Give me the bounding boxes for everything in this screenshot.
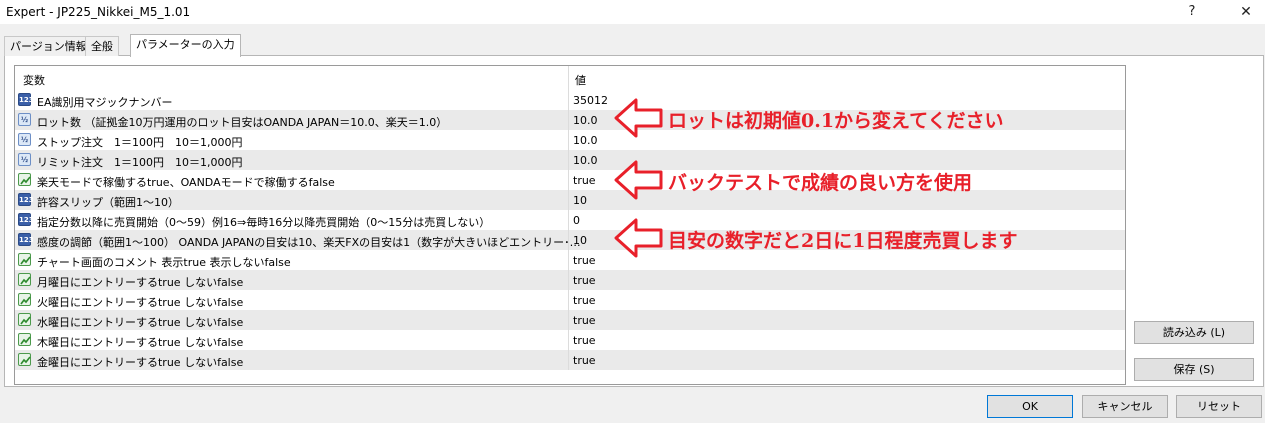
int-type-icon: 123: [18, 193, 34, 206]
table-row[interactable]: 月曜日にエントリーするtrue しないfalse true: [15, 270, 1125, 290]
int-type-icon: 123: [18, 233, 34, 246]
parameter-name: 火曜日にエントリーするtrue しないfalse: [37, 296, 244, 309]
double-type-icon: ½: [18, 133, 31, 146]
parameter-value[interactable]: 10: [573, 194, 587, 207]
parameter-value[interactable]: 10: [573, 234, 587, 247]
ok-button[interactable]: OK: [987, 395, 1073, 418]
bool-type-icon: [18, 173, 31, 186]
parameter-value[interactable]: true: [573, 254, 596, 267]
column-divider: [568, 110, 569, 130]
column-divider[interactable]: [568, 66, 569, 90]
tab-general[interactable]: 全般: [85, 36, 119, 56]
table-row[interactable]: 金曜日にエントリーするtrue しないfalse true: [15, 350, 1125, 370]
table-row[interactable]: ½ リミット注文 1＝100円 10＝1,000円 10.0: [15, 150, 1125, 170]
int-type-icon: 123: [18, 93, 34, 106]
column-divider: [568, 190, 569, 210]
parameter-value[interactable]: 10.0: [573, 134, 598, 147]
parameter-value[interactable]: true: [573, 354, 596, 367]
arrow-left-icon: [614, 160, 663, 200]
int-type-icon: 123: [18, 213, 34, 226]
column-header-variable[interactable]: 変数: [23, 72, 45, 88]
arrow-left-icon: [614, 218, 663, 258]
parameter-value[interactable]: true: [573, 314, 596, 327]
arrow-left-icon: [614, 98, 663, 138]
table-row[interactable]: 木曜日にエントリーするtrue しないfalse true: [15, 330, 1125, 350]
parameter-name: 月曜日にエントリーするtrue しないfalse: [37, 276, 244, 289]
window-title: Expert - JP225_Nikkei_M5_1.01: [6, 5, 191, 19]
tab-version-info[interactable]: パージョン情報: [4, 36, 93, 56]
parameter-name: 水曜日にエントリーするtrue しないfalse: [37, 316, 244, 329]
parameter-name: EA識別用マジックナンバー: [37, 96, 173, 109]
table-row[interactable]: ½ ストップ注文 1＝100円 10＝1,000円 10.0: [15, 130, 1125, 150]
column-divider: [568, 150, 569, 170]
column-divider: [568, 290, 569, 310]
parameter-name: ロット数 （証拠金10万円運用のロット目安はOANDA JAPAN＝10.0、楽…: [37, 116, 448, 129]
table-row[interactable]: 水曜日にエントリーするtrue しないfalse true: [15, 310, 1125, 330]
bool-type-icon: [18, 353, 31, 366]
parameter-name: 指定分数以降に売買開始（0〜59）例16⇒毎時16分以降売買開始（0〜15分は売…: [37, 216, 491, 229]
parameter-value[interactable]: true: [573, 274, 596, 287]
parameter-name: 楽天モードで稼働するtrue、OANDAモードで稼働するfalse: [37, 176, 335, 189]
parameter-value[interactable]: true: [573, 174, 596, 187]
column-divider: [568, 350, 569, 370]
column-divider: [568, 310, 569, 330]
column-divider: [568, 250, 569, 270]
double-type-icon: ½: [18, 113, 31, 126]
tab-parameters[interactable]: パラメーターの入力: [130, 34, 241, 57]
annotation-lot: ロットは初期値0.1から変えてください: [668, 110, 1004, 132]
column-divider: [568, 130, 569, 150]
parameter-value[interactable]: true: [573, 294, 596, 307]
reset-button[interactable]: リセット: [1176, 395, 1262, 418]
table-row[interactable]: 火曜日にエントリーするtrue しないfalse true: [15, 290, 1125, 310]
bool-type-icon: [18, 313, 31, 326]
save-button[interactable]: 保存 (S): [1134, 358, 1254, 381]
parameter-value[interactable]: true: [573, 334, 596, 347]
column-divider: [568, 210, 569, 230]
column-divider: [568, 90, 569, 110]
parameter-value[interactable]: 10.0: [573, 154, 598, 167]
table-row[interactable]: チャート画面のコメント 表示true 表示しないfalse true: [15, 250, 1125, 270]
parameter-name: 許容スリップ（範囲1〜10）: [37, 196, 179, 209]
bool-type-icon: [18, 333, 31, 346]
parameter-name: ストップ注文 1＝100円 10＝1,000円: [37, 136, 243, 149]
double-type-icon: ½: [18, 153, 31, 166]
column-divider: [568, 230, 569, 250]
grid-header: 変数 値: [15, 66, 1125, 90]
column-header-value[interactable]: 値: [575, 72, 586, 88]
column-divider: [568, 270, 569, 290]
parameter-name: リミット注文 1＝100円 10＝1,000円: [37, 156, 243, 169]
parameter-name: チャート画面のコメント 表示true 表示しないfalse: [37, 256, 291, 269]
column-divider: [568, 330, 569, 350]
help-button[interactable]: ?: [1178, 2, 1206, 22]
title-bar: Expert - JP225_Nikkei_M5_1.01 ? ✕: [0, 0, 1265, 24]
annotation-mode: バックテストで成績の良い方を使用: [668, 172, 973, 194]
parameter-name: 金曜日にエントリーするtrue しないfalse: [37, 356, 244, 369]
bool-type-icon: [18, 293, 31, 306]
parameter-name: 木曜日にエントリーするtrue しないfalse: [37, 336, 244, 349]
cancel-button[interactable]: キャンセル: [1082, 395, 1168, 418]
parameter-value[interactable]: 35012: [573, 94, 608, 107]
annotation-sensitivity: 目安の数字だと2日に1日程度売買します: [668, 230, 1018, 252]
close-button[interactable]: ✕: [1232, 2, 1260, 22]
parameter-value[interactable]: 0: [573, 214, 580, 227]
parameter-name: 感度の調節（範囲1〜100） OANDA JAPANの目安は10、楽天FXの目安…: [37, 236, 581, 249]
parameter-value[interactable]: 10.0: [573, 114, 598, 127]
load-button[interactable]: 読み込み (L): [1134, 321, 1254, 344]
column-divider: [568, 170, 569, 190]
bool-type-icon: [18, 273, 31, 286]
bool-type-icon: [18, 253, 31, 266]
